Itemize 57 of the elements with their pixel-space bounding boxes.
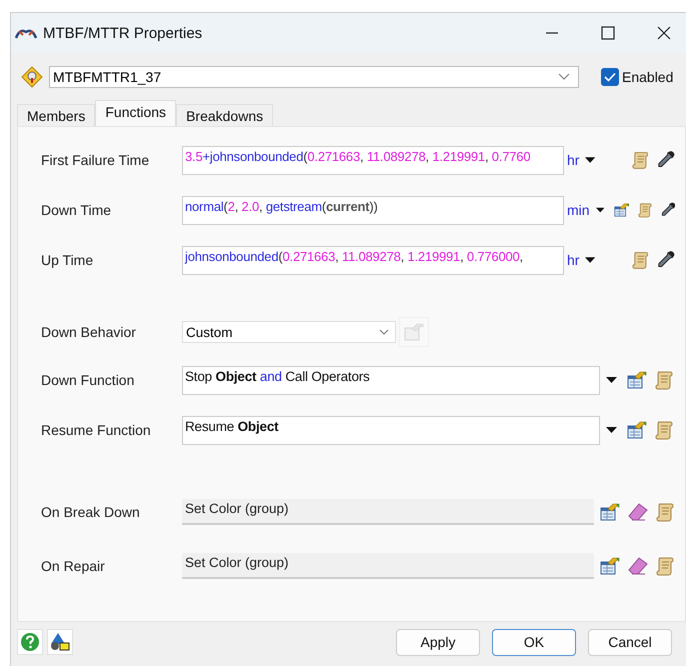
checkbox-label: Enabled	[622, 69, 674, 85]
table-arrow-icon[interactable]	[614, 201, 630, 219]
expression-field[interactable]: johnsonbounded(0.271663, 11.089278, 1.219991, 0.776000,	[182, 246, 564, 274]
dropdown-arrow-icon[interactable]	[585, 256, 596, 264]
function-field[interactable]: Resume Object	[182, 416, 600, 444]
table-arrow-icon[interactable]	[600, 557, 620, 575]
diamond-icon	[21, 66, 43, 88]
table-arrow-icon[interactable]	[627, 421, 647, 439]
tab[interactable]: Functions	[95, 100, 176, 126]
trigger-field[interactable]: Set Color (group)	[182, 499, 594, 525]
eyedropper-icon[interactable]	[656, 150, 675, 170]
eyedropper-icon[interactable]	[656, 250, 675, 270]
table-arrow-icon	[404, 323, 424, 341]
expression-field[interactable]: 3.5+johnsonbounded(0.271663, 11.089278, 1.219991, 0.7760	[182, 146, 564, 174]
scroll-icon[interactable]	[656, 556, 674, 576]
behavior-dropdown[interactable]: Custom	[182, 321, 396, 343]
close-icon[interactable]	[656, 25, 672, 41]
field-label: Down Behavior	[41, 324, 137, 340]
scroll-icon[interactable]	[655, 420, 673, 440]
field-label: Down Function	[41, 372, 136, 388]
check-icon	[604, 72, 616, 82]
field-label: On Repair	[41, 558, 106, 574]
function-field[interactable]: Stop Object and Call Operators	[182, 366, 600, 394]
scroll-icon[interactable]	[655, 370, 673, 390]
dropdown-arrow-icon[interactable]	[606, 426, 617, 434]
dialog-button[interactable]: Apply	[396, 628, 480, 656]
field-label: First Failure Time	[41, 152, 150, 168]
field-label: Down Time	[41, 202, 112, 218]
tab[interactable]: Breakdowns	[176, 104, 274, 126]
eraser-icon[interactable]	[628, 503, 648, 521]
scroll-icon[interactable]	[632, 150, 648, 170]
trigger-field[interactable]: Set Color (group)	[182, 553, 594, 579]
dialog-button[interactable]: Cancel	[588, 628, 672, 656]
unit-label: min	[567, 202, 590, 218]
scroll-icon[interactable]	[632, 250, 648, 270]
dropdown-arrow-icon[interactable]	[596, 206, 604, 214]
enabled-checkbox[interactable]	[601, 68, 619, 86]
table-arrow-icon[interactable]	[627, 371, 647, 389]
field-label: Up Time	[41, 252, 94, 268]
shapes-button[interactable]	[47, 629, 73, 655]
object-dropdown[interactable]: MTBFMTTR1_37	[49, 66, 579, 88]
dialog-button[interactable]: OK	[492, 628, 576, 656]
eraser-icon[interactable]	[628, 557, 648, 575]
unit-label: hr	[567, 252, 580, 268]
tab[interactable]: Members	[17, 104, 96, 126]
dropdown-arrow-icon[interactable]	[585, 156, 596, 164]
field-label: On Break Down	[41, 504, 141, 520]
field-label: Resume Function	[41, 422, 152, 438]
maximize-icon[interactable]	[600, 25, 616, 41]
table-arrow-icon[interactable]	[600, 503, 620, 521]
expression-field[interactable]: normal(2, 2.0, getstream(current))	[182, 196, 564, 224]
unit-label: hr	[567, 152, 580, 168]
dropdown-arrow-icon[interactable]	[606, 376, 617, 384]
chevron-down-icon	[558, 73, 570, 81]
chevron-down-icon	[379, 329, 389, 335]
window-title: MTBF/MTTR Properties	[43, 24, 202, 42]
scroll-icon[interactable]	[656, 502, 674, 522]
